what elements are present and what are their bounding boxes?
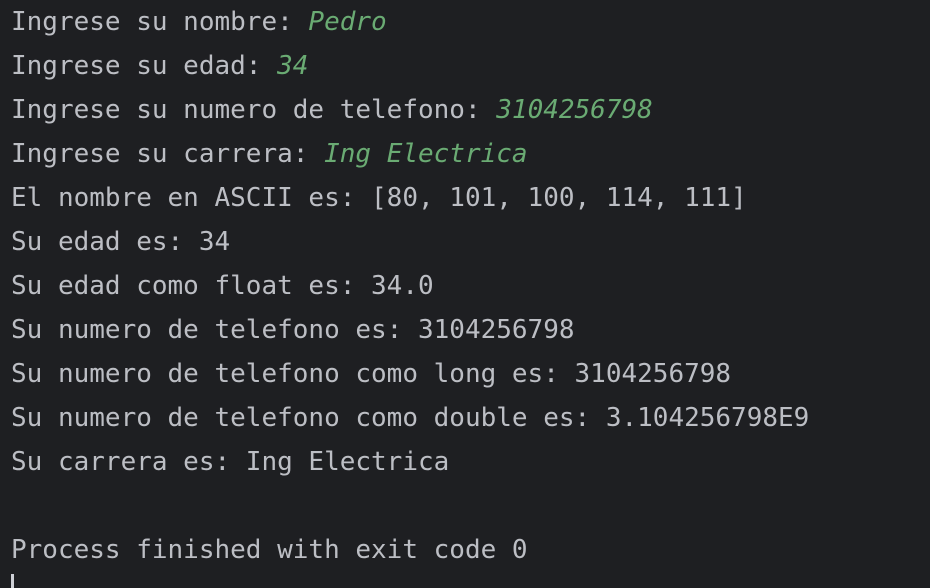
process-exit-message: Process finished with exit code 0 xyxy=(11,535,528,565)
console-output-line: Su numero de telefono como long es: 3104… xyxy=(11,359,732,389)
input-prompt-phone: Ingrese su numero de telefono: xyxy=(11,95,497,125)
user-input-name: Pedro xyxy=(308,7,387,37)
console-input-line: Ingrese su carrera: Ing Electrica xyxy=(11,132,930,176)
console-output-line: El nombre en ASCII es: [80, 101, 100, 11… xyxy=(11,183,747,213)
text-caret[interactable] xyxy=(11,574,14,588)
user-input-career: Ing Electrica xyxy=(324,139,528,169)
console-input-line: Ingrese su nombre: Pedro xyxy=(11,0,930,44)
console-output-line: Su edad es: 34 xyxy=(11,227,231,257)
input-prompt-career: Ingrese su carrera: xyxy=(11,139,325,169)
console-input-line: Ingrese su edad: 34 xyxy=(11,44,930,88)
console-output-line: Su numero de telefono es: 3104256798 xyxy=(11,315,575,345)
console-output-line: Su edad como float es: 34.0 xyxy=(11,271,434,301)
console-output-line: Su numero de telefono como double es: 3.… xyxy=(11,403,810,433)
user-input-age: 34 xyxy=(277,51,309,81)
input-prompt-age: Ingrese su edad: xyxy=(11,51,278,81)
run-console-output[interactable]: Ingrese su nombre: Pedro Ingrese su edad… xyxy=(0,0,930,588)
console-output-line: Su carrera es: Ing Electrica xyxy=(11,447,450,477)
user-input-phone: 3104256798 xyxy=(496,95,653,125)
console-input-line: Ingrese su numero de telefono: 310425679… xyxy=(11,88,930,132)
input-prompt-name: Ingrese su nombre: xyxy=(11,7,309,37)
